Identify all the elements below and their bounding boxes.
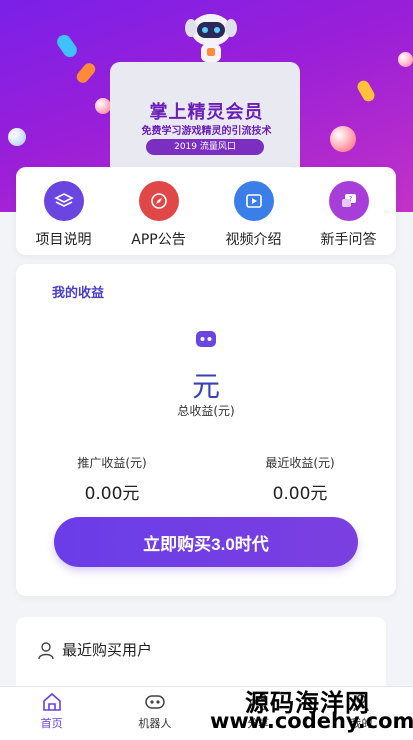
banner-title: 掌上精灵会员 — [149, 102, 264, 123]
recent-earnings-label: 最近收益(元) — [265, 456, 335, 470]
svg-text:?: ? — [348, 195, 352, 203]
recent-earnings-value: 0.00元 — [272, 484, 328, 504]
decor-ball — [398, 52, 413, 67]
decor-ball — [54, 32, 80, 60]
quick-item-label: 项目说明 — [35, 232, 92, 248]
robot-icon — [196, 331, 216, 347]
tab-robot[interactable]: 机器人 — [103, 687, 206, 740]
banner-pill: 2019 流量风口 — [146, 139, 264, 155]
earnings-card: 我的收益 元 总收益(元) 推广收益(元) 0.00元 最近收益(元) 0.00… — [16, 264, 396, 596]
home-icon — [42, 692, 61, 711]
user-icon — [38, 641, 54, 659]
recent-earnings: 最近收益(元) 0.00元 — [210, 454, 390, 504]
robot-mascot — [185, 14, 237, 62]
quick-menu: 项目说明 APP公告 视频介绍 ? 新手问答 — [16, 167, 396, 255]
promo-earnings: 推广收益(元) 0.00元 — [22, 454, 202, 504]
tab-home[interactable]: 首页 — [0, 687, 103, 740]
banner-subtitle: 免费学习游戏精灵的引流技术 — [141, 126, 272, 137]
quick-item-video-intro[interactable]: 视频介绍 — [206, 167, 301, 255]
video-icon — [233, 181, 274, 221]
quick-item-label: APP公告 — [131, 232, 186, 248]
decor-ball — [74, 60, 98, 86]
quick-item-label: 视频介绍 — [225, 232, 282, 248]
robot-icon — [145, 695, 165, 709]
layers-icon — [43, 181, 84, 221]
tab-label: 机器人 — [138, 717, 172, 730]
total-earnings-value: 元 — [191, 370, 220, 403]
quick-item-label: 新手问答 — [320, 232, 377, 248]
watermark-line2: www.codehy.com — [210, 709, 413, 733]
quick-item-app-notice[interactable]: APP公告 — [111, 167, 206, 255]
tab-label: 首页 — [40, 717, 63, 730]
promo-earnings-value: 0.00元 — [84, 484, 140, 504]
compass-icon — [138, 181, 179, 221]
recent-buyers-header: 最近购买用户 — [36, 639, 152, 660]
total-earnings-label: 总收益(元) — [177, 404, 235, 418]
earnings-heading: 我的收益 — [52, 286, 105, 301]
recent-buyers-title: 最近购买用户 — [62, 641, 153, 659]
quick-item-project-info[interactable]: 项目说明 — [16, 167, 111, 255]
buy-button[interactable]: 立即购买3.0时代 — [54, 517, 358, 567]
promo-earnings-label: 推广收益(元) — [77, 456, 147, 470]
quick-item-faq[interactable]: ? 新手问答 — [301, 167, 396, 255]
question-chat-icon: ? — [328, 181, 369, 221]
